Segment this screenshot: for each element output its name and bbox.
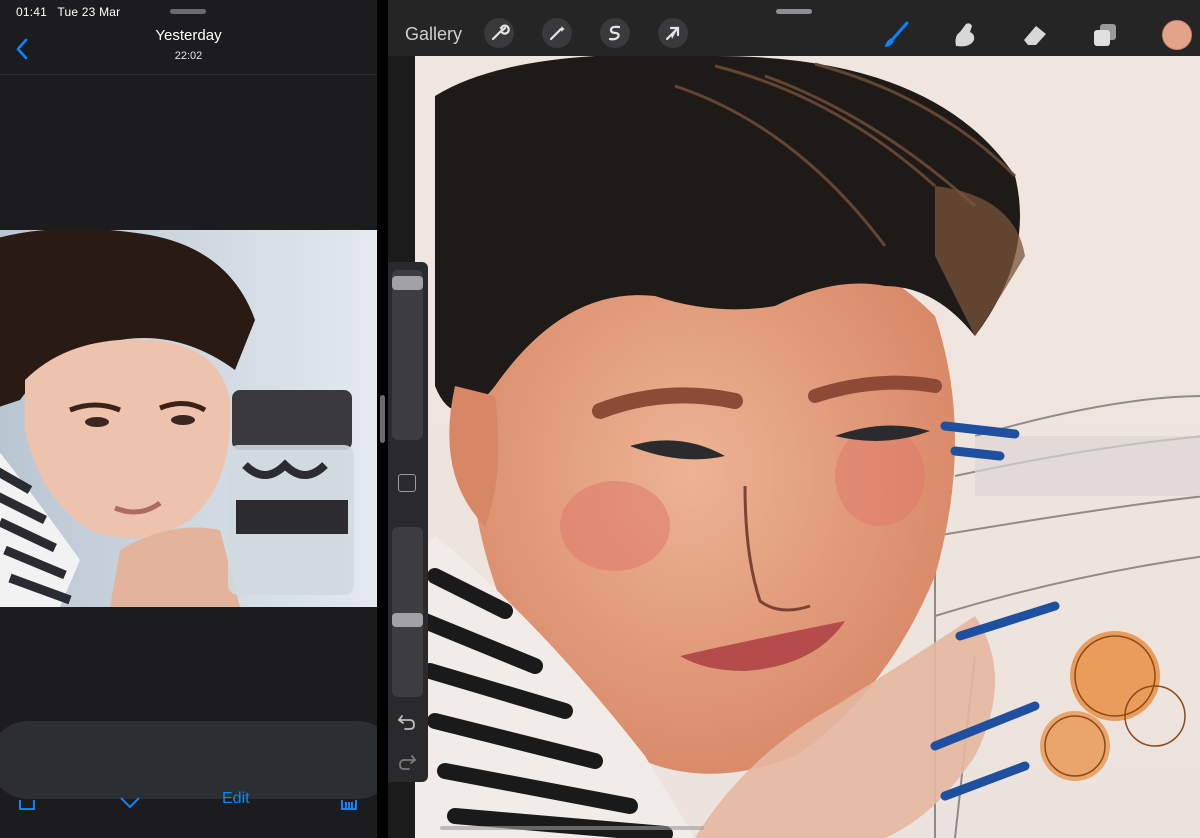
procreate-multitask-grabber[interactable]	[776, 9, 812, 14]
photos-toolbar: Edit	[0, 782, 377, 838]
selection-icon[interactable]	[600, 18, 630, 48]
wrench-icon[interactable]	[484, 18, 514, 48]
heart-icon[interactable]	[118, 790, 142, 812]
photo-date-title: Yesterday	[155, 27, 222, 44]
brush-size-knob[interactable]	[392, 276, 423, 290]
color-picker-swatch[interactable]	[1162, 20, 1192, 50]
photo-time-subtitle: 22:02	[174, 50, 203, 62]
eyedropper-square-button[interactable]	[398, 474, 416, 492]
layers-icon[interactable]	[1088, 18, 1122, 52]
status-bar: 01:41 Tue 23 Mar	[16, 5, 120, 19]
transform-icon[interactable]	[658, 18, 688, 48]
drawing-canvas[interactable]	[415, 56, 1200, 838]
procreate-pane: Gallery	[388, 0, 1200, 838]
opacity-slider[interactable]	[392, 527, 423, 697]
status-time: 01:41	[16, 5, 48, 19]
home-indicator	[440, 826, 704, 830]
edit-button[interactable]: Edit	[222, 790, 250, 808]
brush-size-slider[interactable]	[392, 270, 423, 440]
status-date: Tue 23 Mar	[57, 5, 121, 19]
trash-icon[interactable]	[338, 790, 360, 812]
gallery-button[interactable]: Gallery	[405, 24, 462, 45]
split-view-divider[interactable]	[377, 0, 388, 838]
photos-nav-bar: 01:41 Tue 23 Mar Yesterday 22:02	[0, 0, 377, 75]
reference-photo[interactable]	[0, 230, 377, 607]
opacity-knob[interactable]	[392, 613, 423, 627]
smudge-icon[interactable]	[948, 18, 982, 52]
divider-handle[interactable]	[380, 395, 385, 443]
magic-wand-icon[interactable]	[542, 18, 572, 48]
photos-pane: 01:41 Tue 23 Mar Yesterday 22:02 Edit	[0, 0, 377, 838]
share-icon[interactable]	[16, 790, 38, 812]
multitask-grabber[interactable]	[170, 9, 206, 14]
brush-icon[interactable]	[880, 18, 914, 52]
eraser-icon[interactable]	[1018, 18, 1052, 52]
undo-icon[interactable]	[396, 710, 418, 732]
brush-sidebar	[388, 262, 428, 782]
redo-icon[interactable]	[396, 750, 418, 772]
